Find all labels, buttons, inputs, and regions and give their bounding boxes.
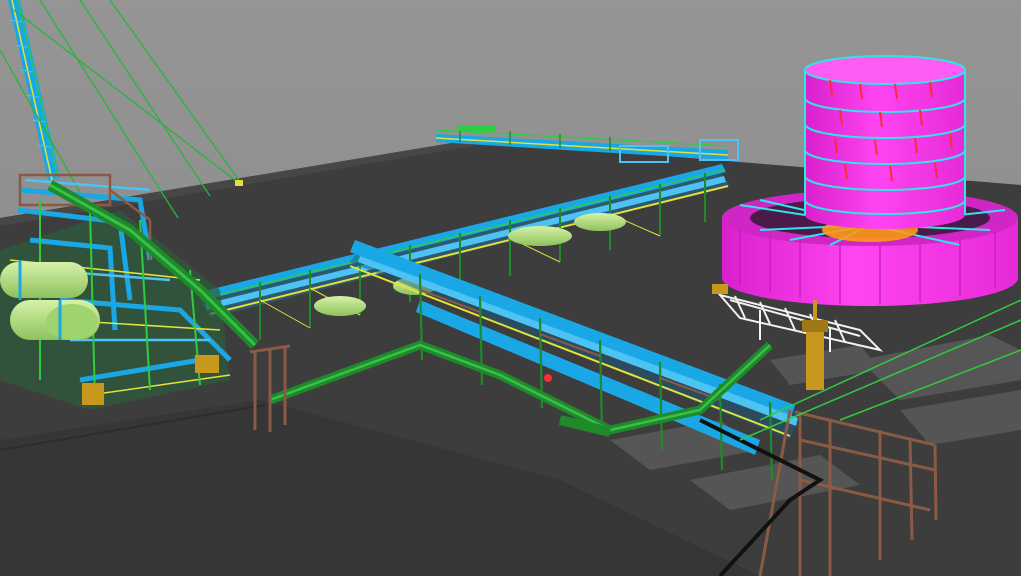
guy-anchor bbox=[235, 180, 243, 186]
3d-viewport[interactable] bbox=[0, 0, 1021, 576]
support-frame-front bbox=[249, 344, 291, 432]
tank-inlet-flange bbox=[712, 284, 728, 294]
plant-3d-model bbox=[0, 0, 1021, 576]
